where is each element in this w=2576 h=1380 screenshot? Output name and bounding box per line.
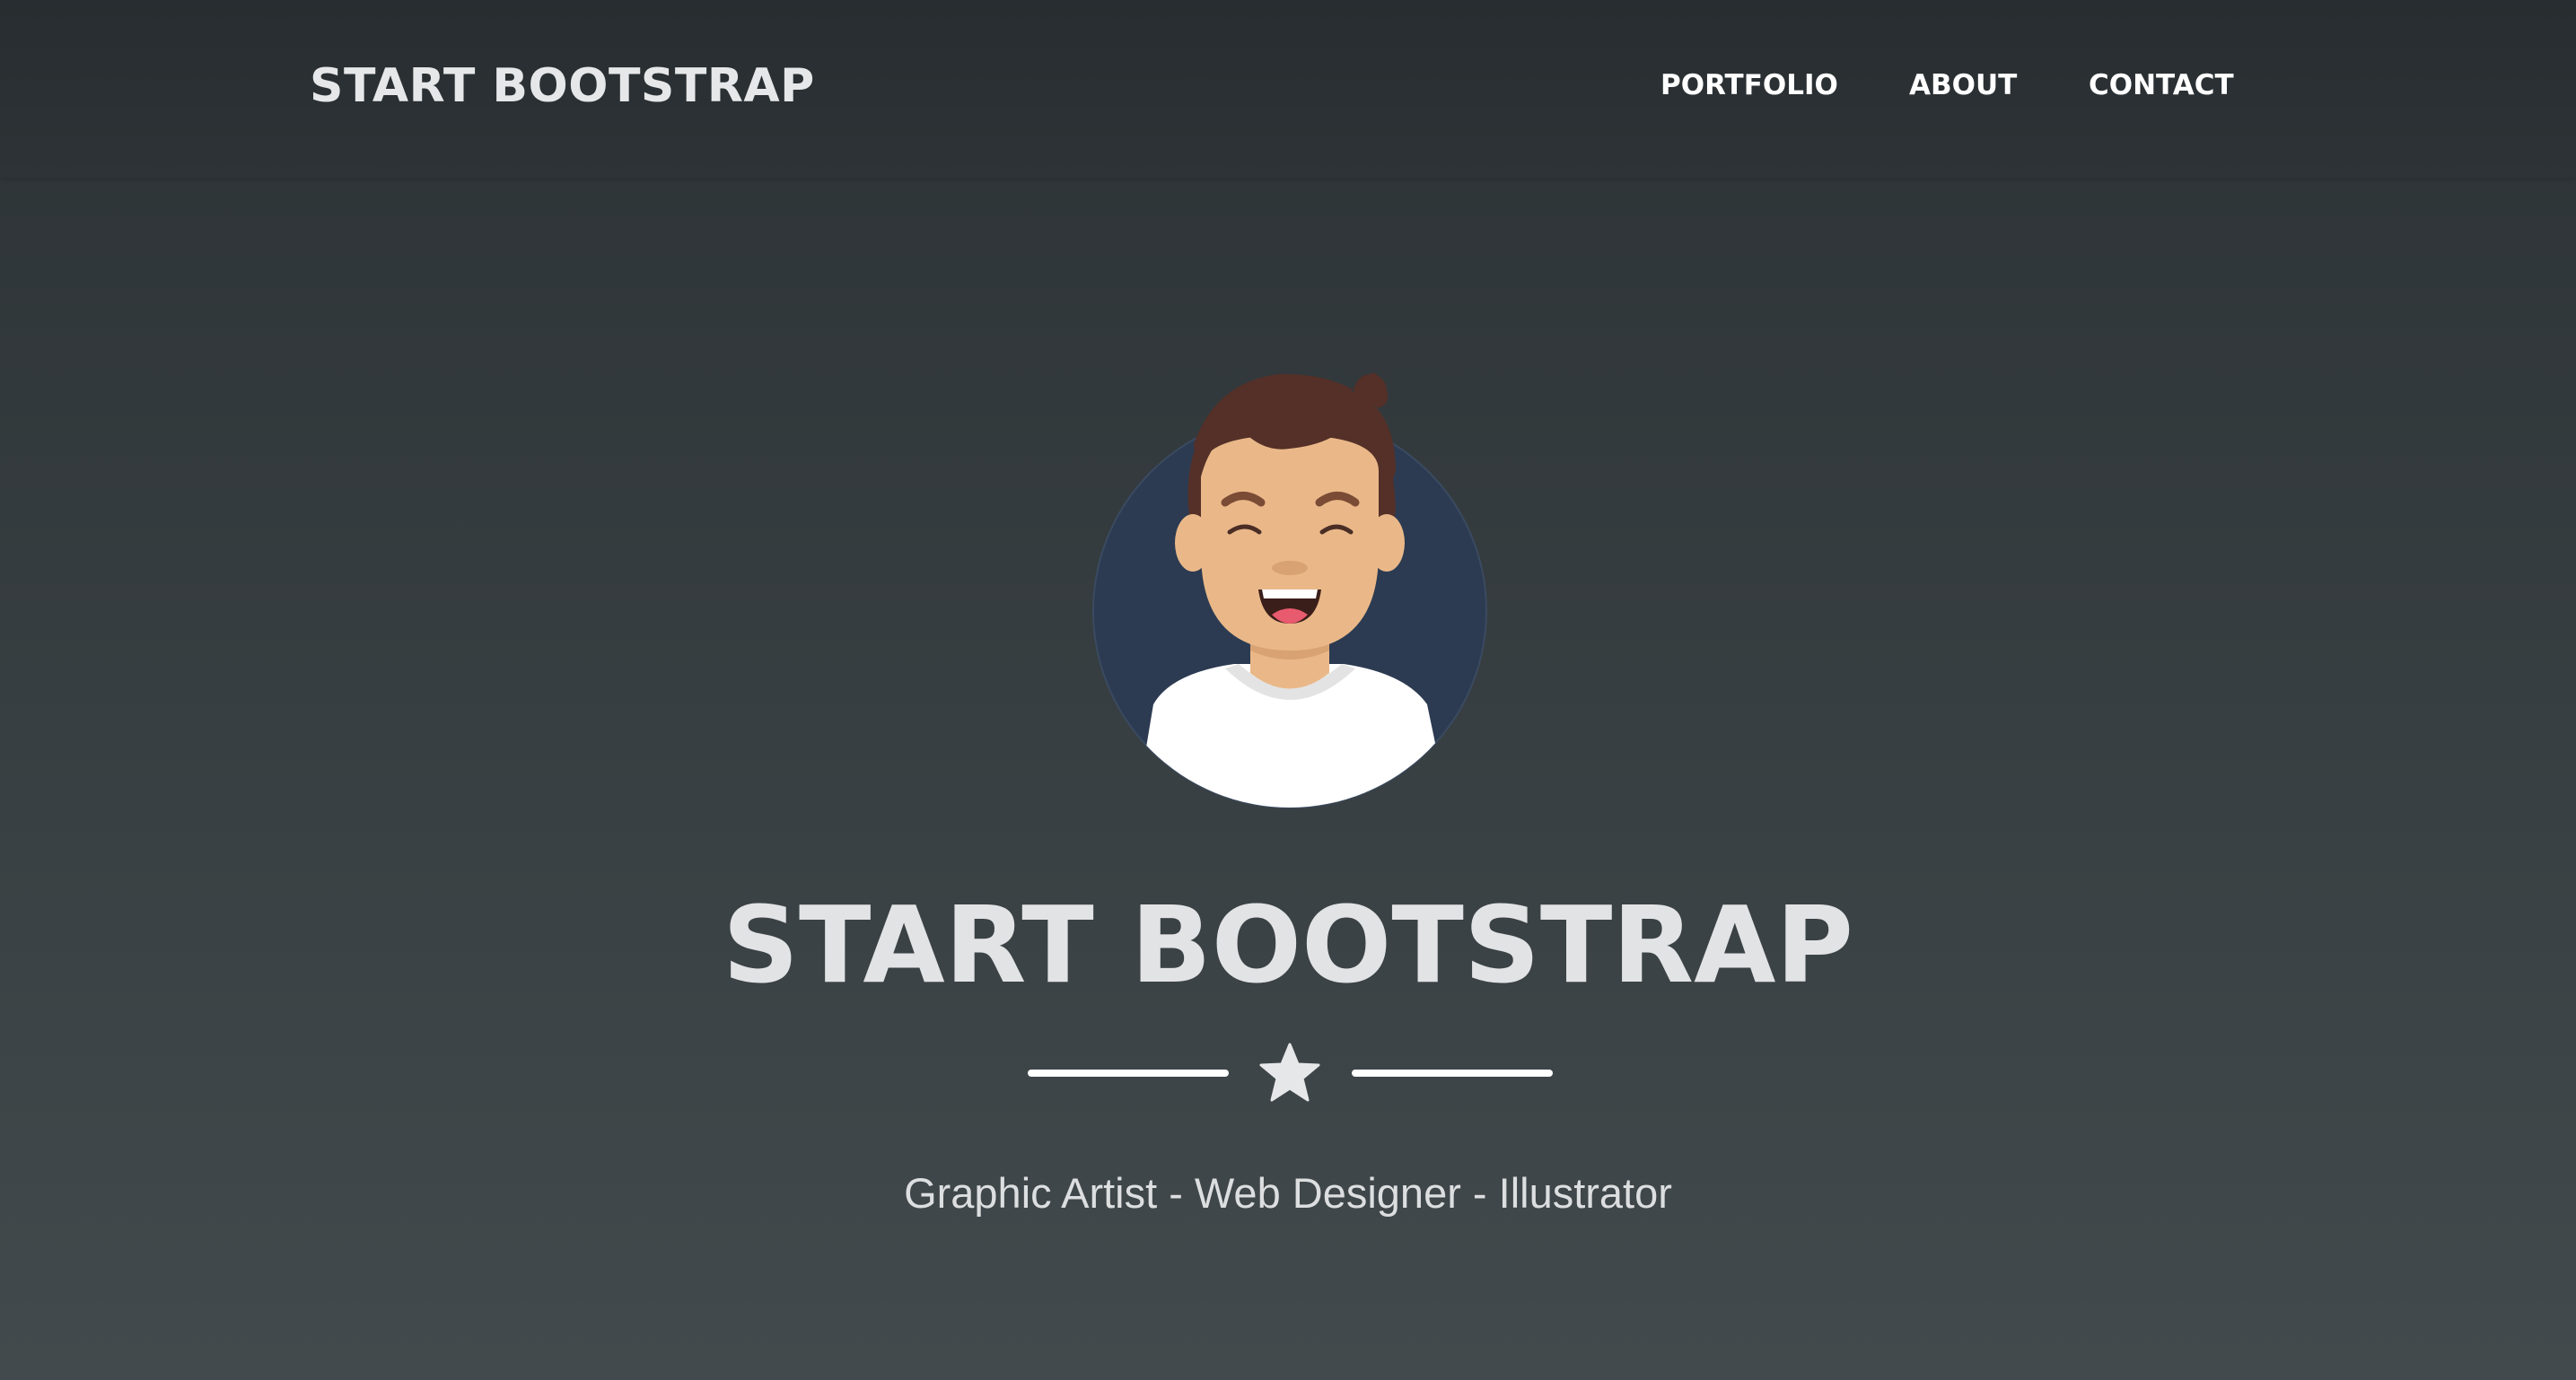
navbar-brand[interactable]: START BOOTSTRAP bbox=[310, 50, 815, 122]
navbar: START BOOTSTRAP PORTFOLIO ABOUT CONTACT bbox=[0, 0, 2576, 178]
nav-link-portfolio[interactable]: PORTFOLIO bbox=[1660, 65, 1838, 106]
avatar-illustration bbox=[1092, 372, 1487, 808]
star-divider bbox=[1028, 1041, 1553, 1105]
nav-link-contact[interactable]: CONTACT bbox=[2089, 65, 2234, 106]
divider-line-left bbox=[1028, 1070, 1229, 1077]
masthead-title: START BOOTSTRAP bbox=[723, 883, 1853, 1007]
nav-link-about[interactable]: ABOUT bbox=[1909, 65, 2017, 106]
star-icon bbox=[1259, 1043, 1320, 1102]
masthead-subtitle: Graphic Artist - Web Designer - Illustra… bbox=[904, 1169, 1672, 1217]
divider-line-right bbox=[1352, 1070, 1553, 1077]
